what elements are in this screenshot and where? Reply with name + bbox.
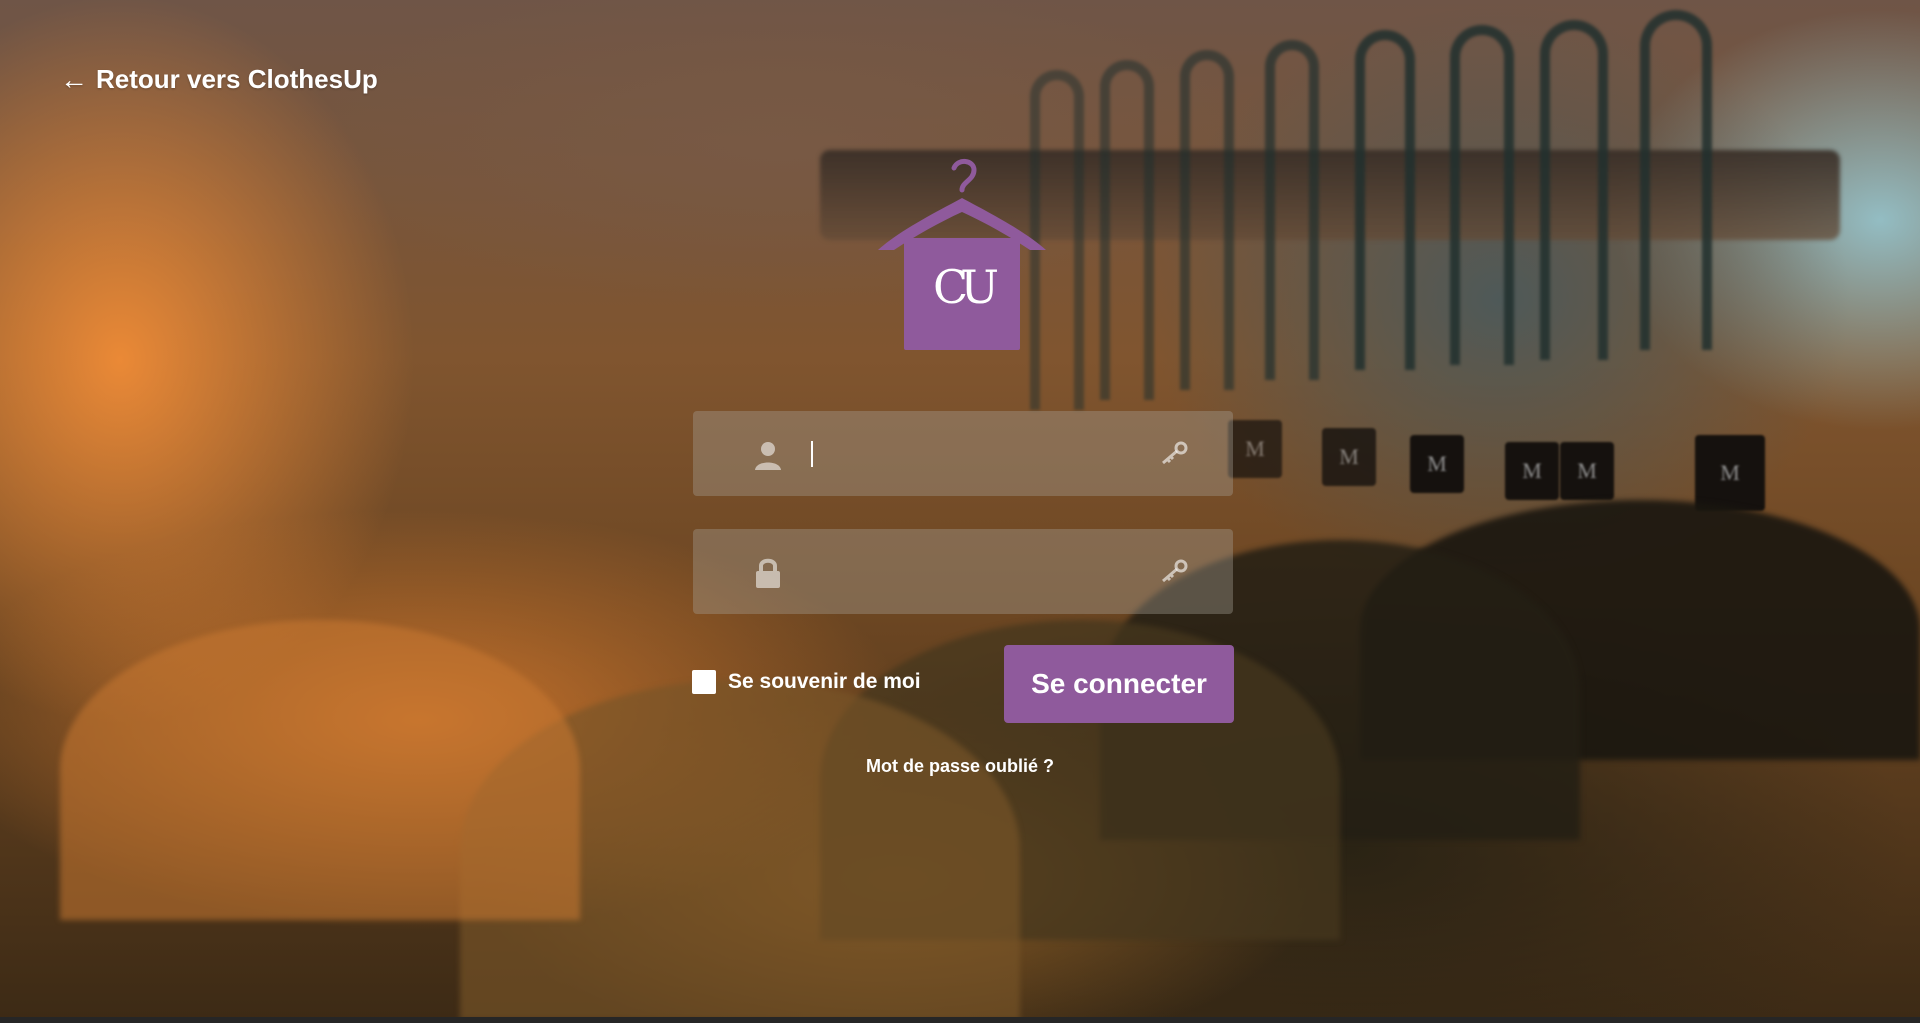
hanger-hook: [1640, 10, 1712, 350]
hanger-hook: [1100, 60, 1154, 400]
remember-me-option[interactable]: Se souvenir de moi: [692, 670, 921, 694]
remember-me-checkbox[interactable]: [692, 670, 716, 694]
key-icon[interactable]: [1159, 559, 1189, 583]
size-tag: M: [1410, 435, 1464, 493]
remember-me-label: Se souvenir de moi: [728, 670, 921, 693]
hanger-hook: [1180, 50, 1234, 390]
logo-monogram: CU: [933, 260, 999, 314]
hanger-hook: [1450, 25, 1514, 365]
forgot-password-link[interactable]: Mot de passe oublié ?: [866, 756, 1054, 776]
password-field[interactable]: [693, 529, 1233, 614]
arrow-left-icon: ←: [60, 63, 88, 95]
key-icon[interactable]: [1159, 441, 1189, 465]
back-to-home-link[interactable]: ← Retour vers ClothesUp: [60, 64, 378, 95]
username-input[interactable]: [803, 411, 1133, 496]
hanger-hook: [1540, 20, 1608, 360]
forgot-password-row: Mot de passe oublié ?: [0, 756, 1920, 777]
hanger-icon: [878, 159, 1046, 350]
login-button[interactable]: Se connecter: [1004, 645, 1234, 723]
size-tag: M: [1322, 428, 1376, 486]
password-input[interactable]: [803, 529, 1133, 614]
username-field[interactable]: [693, 411, 1233, 496]
bottom-strip: [0, 1017, 1920, 1023]
hanger-hook: [1265, 40, 1319, 380]
size-tag: M: [1695, 435, 1765, 511]
size-tag: M: [1560, 442, 1614, 500]
hanger-hook: [1355, 30, 1415, 370]
size-tag: M: [1505, 442, 1559, 500]
text-caret: [811, 441, 813, 467]
back-link-label: Retour vers ClothesUp: [96, 64, 378, 94]
user-icon: [755, 442, 781, 470]
size-tag: M: [1228, 420, 1282, 478]
lock-icon: [756, 558, 780, 588]
clothesup-logo: CU: [870, 150, 1050, 350]
login-page: M M M M M M ← Retour vers ClothesUp CU S…: [0, 0, 1920, 1023]
